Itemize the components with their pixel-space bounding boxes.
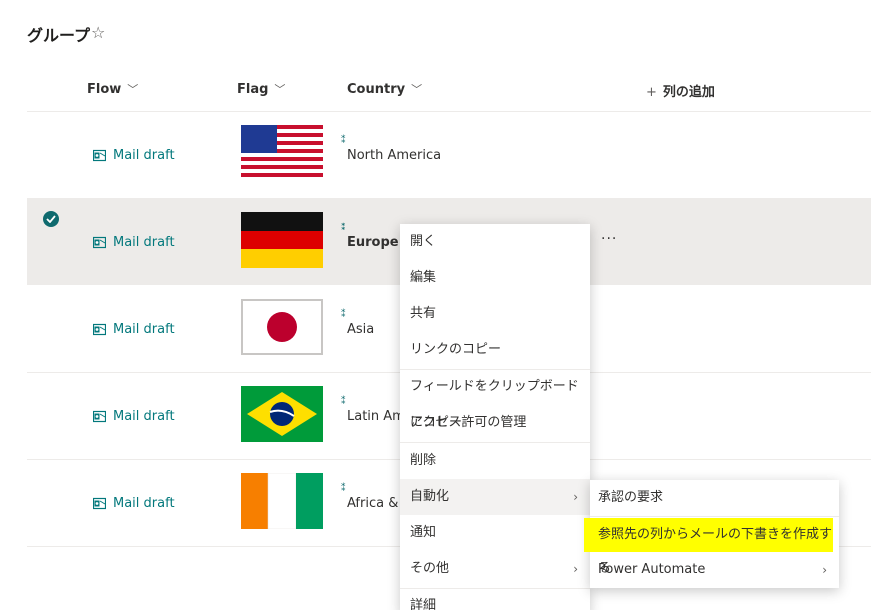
chevron-right-icon: › <box>573 490 578 504</box>
menu-item-automate[interactable]: 自動化 › <box>400 479 590 515</box>
page-title: グループ <box>27 26 91 45</box>
table-row[interactable]: Mail draft ⁑ North America <box>27 112 871 198</box>
menu-item-copy-field[interactable]: フィールドをクリップボードにコピー <box>400 369 590 430</box>
mail-draft-label: Mail draft <box>113 235 175 250</box>
column-header-flag-label: Flag <box>237 82 269 97</box>
column-header-flow-label: Flow <box>87 82 122 97</box>
mail-draft-label: Mail draft <box>113 496 175 511</box>
outlook-icon <box>93 236 106 249</box>
mail-draft-link[interactable]: Mail draft <box>93 322 175 337</box>
menu-item-open[interactable]: 開く <box>400 224 590 260</box>
chevron-down-icon: ﹀ <box>127 83 139 96</box>
mail-draft-link[interactable]: Mail draft <box>93 235 175 250</box>
submenu-item-request-approval[interactable]: 承認の要求 <box>590 480 839 516</box>
submenu-item-create-mail-draft[interactable]: 参照先の列からメールの下書きを作成する <box>584 518 833 576</box>
submenu-divider <box>590 516 839 517</box>
menu-item-notify[interactable]: 通知 <box>400 515 590 551</box>
menu-item-label: リンクのコピー <box>410 342 502 357</box>
japan-flag-icon <box>241 299 323 355</box>
country-value: North America <box>347 148 442 163</box>
menu-item-details[interactable]: 詳細 <box>400 588 590 610</box>
menu-item-manage-access[interactable]: アクセス許可の管理 <box>400 405 590 441</box>
country-value: Latin Am <box>347 409 405 424</box>
chevron-right-icon: › <box>573 562 578 576</box>
country-value: Asia <box>347 322 375 337</box>
chevron-down-icon: ﹀ <box>274 83 286 96</box>
menu-item-label: アクセス許可の管理 <box>410 415 527 430</box>
new-item-icon: ⁑ <box>341 484 346 494</box>
country-value: Europe <box>347 235 399 250</box>
mail-draft-label: Mail draft <box>113 322 175 337</box>
menu-item-label: 通知 <box>410 525 437 540</box>
menu-item-label: その他 <box>410 561 450 576</box>
menu-item-label: 編集 <box>410 270 437 285</box>
country-value: Africa & <box>347 496 399 511</box>
column-header-country[interactable]: Country ﹀ <box>347 81 422 97</box>
country-cell: ⁑ North America <box>341 136 442 163</box>
menu-item-label: 自動化 <box>410 489 450 504</box>
outlook-icon <box>93 410 106 423</box>
more-actions-icon[interactable]: ··· <box>601 231 617 247</box>
mail-draft-link[interactable]: Mail draft <box>93 496 175 511</box>
country-cell: ⁑ Europe <box>341 223 399 250</box>
new-item-icon: ⁑ <box>341 397 346 407</box>
brazil-flag-icon <box>241 386 323 442</box>
mail-draft-link[interactable]: Mail draft <box>93 409 175 424</box>
menu-item-label: 削除 <box>410 453 437 468</box>
outlook-icon <box>93 323 106 336</box>
germany-flag-icon <box>241 212 323 268</box>
plus-icon: + <box>646 85 657 100</box>
ivory-coast-flag-icon <box>241 473 323 529</box>
mail-draft-label: Mail draft <box>113 409 175 424</box>
menu-item-more[interactable]: その他 › <box>400 551 590 587</box>
add-column-button[interactable]: + 列の追加 <box>646 81 715 100</box>
menu-item-copy-link[interactable]: リンクのコピー <box>400 332 590 368</box>
menu-item-label: 共有 <box>410 306 437 321</box>
mail-draft-link[interactable]: Mail draft <box>93 148 175 163</box>
outlook-icon <box>93 497 106 510</box>
mail-draft-label: Mail draft <box>113 148 175 163</box>
new-item-icon: ⁑ <box>341 136 346 146</box>
usa-flag-icon <box>241 125 323 181</box>
add-column-label: 列の追加 <box>662 85 715 100</box>
star-icon[interactable]: ☆ <box>91 23 105 42</box>
new-item-icon: ⁑ <box>341 310 346 320</box>
new-item-icon: ⁑ <box>341 223 346 233</box>
menu-item-label: 開く <box>410 234 437 249</box>
country-cell: ⁑ Asia <box>341 310 375 337</box>
column-header-country-label: Country <box>347 82 406 97</box>
country-cell: ⁑ Latin Am <box>341 397 405 424</box>
menu-item-delete[interactable]: 削除 <box>400 443 590 479</box>
column-header-flag[interactable]: Flag ﹀ <box>237 81 285 97</box>
chevron-down-icon: ﹀ <box>411 83 423 96</box>
submenu-item-label: Power Automate <box>598 562 706 577</box>
column-header-flow[interactable]: Flow ﹀ <box>87 81 138 97</box>
chevron-right-icon: › <box>822 563 827 577</box>
menu-item-share[interactable]: 共有 <box>400 296 590 332</box>
context-menu: 開く 編集 共有 リンクのコピー フィールドをクリップボードにコピー アクセス許… <box>400 224 590 610</box>
submenu-item-power-automate[interactable]: Power Automate › <box>590 552 839 588</box>
submenu-item-label: 承認の要求 <box>598 490 664 505</box>
country-cell: ⁑ Africa & <box>341 484 399 511</box>
outlook-icon <box>93 149 106 162</box>
selected-check-icon[interactable] <box>43 211 59 227</box>
menu-item-edit[interactable]: 編集 <box>400 260 590 296</box>
menu-item-label: 詳細 <box>410 598 437 610</box>
